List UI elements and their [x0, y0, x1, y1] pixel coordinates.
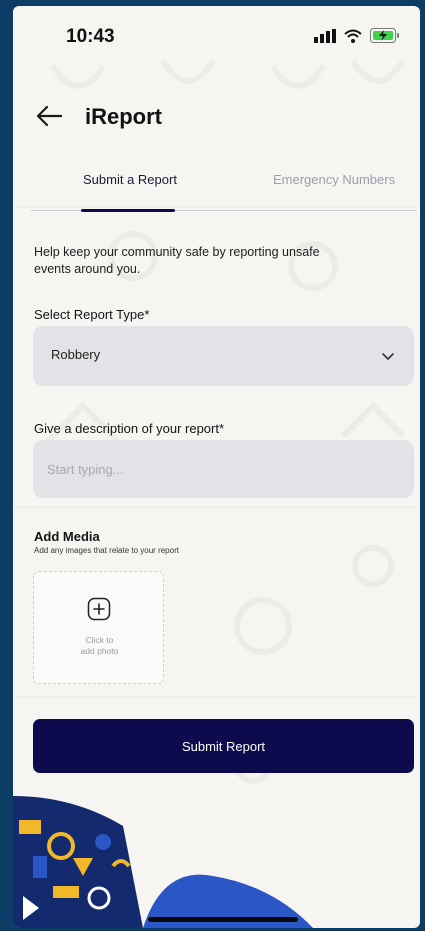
- add-photo-line1: Click to: [85, 635, 114, 645]
- home-indicator: [148, 917, 298, 922]
- report-type-value: Robbery: [51, 347, 101, 362]
- page-title: iReport: [85, 104, 162, 129]
- add-media-title: Add Media: [34, 529, 100, 544]
- chevron-down-icon: [382, 353, 394, 360]
- back-arrow-icon[interactable]: [35, 104, 63, 128]
- tab-bar: Submit a Report Emergency Numbers: [31, 166, 417, 212]
- report-type-select[interactable]: Robbery: [33, 326, 414, 386]
- app-header: iReport: [13, 94, 420, 138]
- signal-icon: [314, 28, 336, 43]
- report-type-label: Select Report Type*: [34, 307, 150, 322]
- status-bar: 10:43: [13, 6, 420, 66]
- battery-charging-icon: [370, 28, 399, 43]
- description-input[interactable]: [33, 440, 414, 498]
- add-media-subtitle: Add any images that relate to your repor…: [34, 546, 179, 555]
- add-photo-plus-icon: [87, 597, 111, 621]
- status-time: 10:43: [66, 26, 115, 47]
- phone-screen: 10:43 iReport Submit a Report Emergency …: [13, 6, 420, 928]
- tab-submit-report[interactable]: Submit a Report: [83, 172, 177, 187]
- wifi-icon: [344, 29, 362, 43]
- decorative-artwork: [13, 796, 313, 928]
- intro-text: Help keep your community safe by reporti…: [34, 245, 320, 276]
- status-icons: [314, 28, 400, 43]
- add-photo-line2: add photo: [80, 646, 119, 656]
- submit-report-button[interactable]: Submit Report: [33, 719, 414, 773]
- description-label: Give a description of your report*: [34, 421, 225, 436]
- add-photo-text: Click to add photo: [34, 635, 165, 657]
- add-photo-dropzone[interactable]: Click to add photo: [33, 571, 164, 684]
- tab-emergency-numbers[interactable]: Emergency Numbers: [273, 172, 395, 187]
- active-tab-indicator: [81, 209, 175, 212]
